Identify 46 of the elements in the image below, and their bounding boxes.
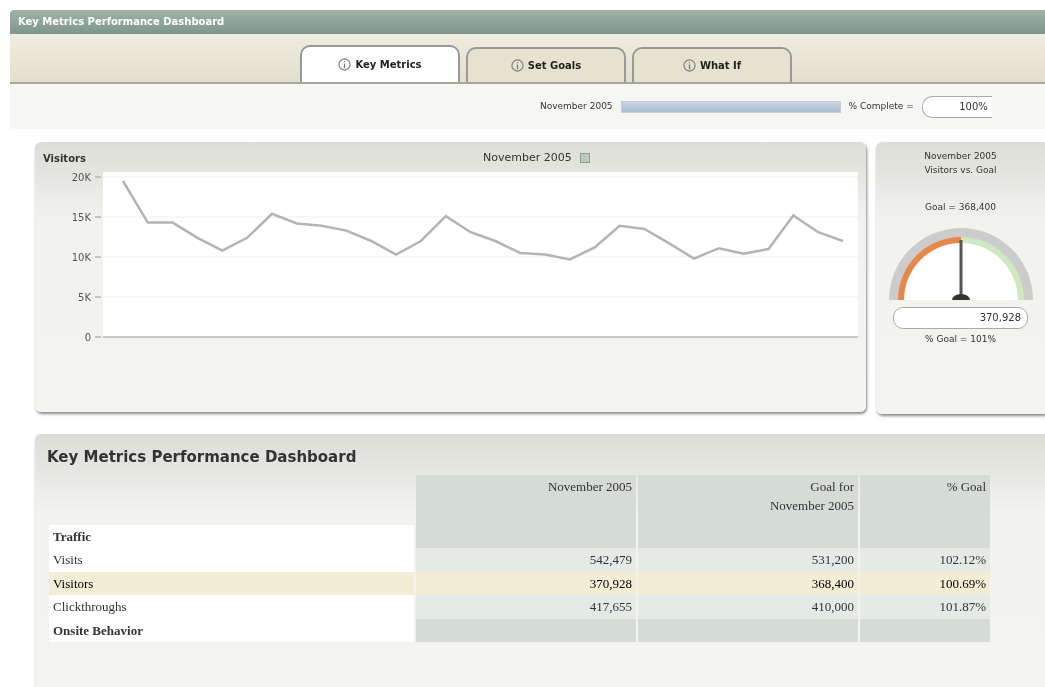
column-header: November 2005 [416,474,636,525]
table-cell: 410,000 [638,595,858,619]
window-title: Key Metrics Performance Dashboard [10,10,1045,34]
axis-label: 15K [71,211,91,223]
table-cell: 100.69% [860,571,990,595]
tab[interactable]: Key Metrics [300,45,460,82]
info-icon [510,59,524,72]
complete-field: 100% [921,95,992,118]
percent-goal-label: % Goal = 101% [925,332,996,346]
tab[interactable]: Set Goals [466,47,626,82]
table-cell: 531,200 [638,548,858,572]
row-label: Visits [49,548,414,572]
axis-label: 0 [84,331,91,343]
row-label: Visitors [49,571,414,595]
table-cell: 368,400 [638,571,858,595]
tick-mark [94,176,102,177]
legend-label: November 2005 [483,150,572,166]
tick-mark [94,336,102,337]
gauge-title: November 2005 [924,150,997,163]
table-cell: 101.87% [860,595,990,619]
gauge-subtitle: Visitors vs. Goal [924,163,997,177]
axis-label: 5K [78,291,91,303]
tick-mark [94,296,102,297]
table-cell: 370,928 [416,571,636,595]
table-title: Key Metrics Performance Dashboard [47,447,358,468]
tick-mark [94,216,102,217]
axis-label: 20K [71,171,91,183]
row-label: Clickthroughs [49,595,414,619]
tick-mark [94,256,102,257]
column-header: Goal for November 2005 [638,474,858,525]
chart-title: Visitors [43,151,87,166]
section-label: Onsite Behavior [49,618,414,642]
value-field: 370,928 [893,306,1028,329]
axis-label: 10K [71,251,91,263]
tab[interactable]: What If [632,47,792,82]
info-icon [682,59,696,72]
goal-label: Goal = 368,400 [925,201,996,214]
section-label: Traffic [49,524,414,548]
table-cell: 417,655 [416,595,636,619]
progress-label: November 2005 [540,99,613,113]
column-header: % Goal [860,474,990,525]
complete-label: % Complete = [848,99,914,113]
legend-swatch [579,153,590,164]
info-icon [338,58,352,71]
table-cell: 542,479 [416,548,636,572]
table-cell: 102.12% [860,548,990,572]
